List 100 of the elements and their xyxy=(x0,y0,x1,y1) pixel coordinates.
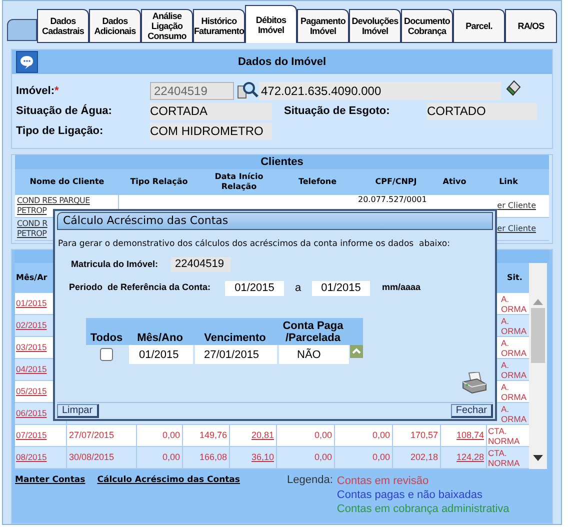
status-text: ORMA xyxy=(501,326,526,336)
amount-link[interactable]: 124,28 xyxy=(456,450,484,464)
column-header: Sit. xyxy=(506,272,524,284)
field-label: Matricula do Imóvel: xyxy=(71,258,160,270)
footer-link[interactable]: Manter Contas xyxy=(15,474,86,487)
dialog-title: Cálculo Acréscimo das Contas xyxy=(63,212,228,229)
month-link[interactable]: 01/2015 xyxy=(16,297,47,310)
table-cell-text: 0,00 xyxy=(372,450,390,464)
section-title: Dados do Imóvel xyxy=(238,54,326,70)
client-name-link[interactable]: PETROP xyxy=(17,229,47,238)
tab[interactable]: Dados Adicionais xyxy=(89,9,141,43)
status-text: ORMA xyxy=(501,392,526,402)
scroll-down-icon[interactable] xyxy=(533,455,543,461)
client-name-link[interactable]: PETROP xyxy=(17,206,47,215)
column-header: Data Início Relação xyxy=(214,171,264,193)
value-field: CORTADA xyxy=(150,102,272,120)
month-link[interactable]: 02/2015 xyxy=(16,319,47,332)
client-name-link[interactable]: COND RES PARQUE xyxy=(17,196,90,205)
column-header: Vencimento xyxy=(203,332,267,346)
table-cell-text: 30/08/2015 xyxy=(69,450,114,464)
eraser-icon[interactable] xyxy=(505,80,521,96)
tab[interactable]: Dados Cadastrais xyxy=(37,9,89,43)
column-header: Todos xyxy=(89,332,124,346)
column-header: CPF/CNPJ xyxy=(374,176,418,188)
column-header: Nome do Cliente xyxy=(28,176,106,188)
column-header: Link xyxy=(498,176,519,188)
folder-tab-drawing xyxy=(7,19,37,41)
table-cell-text: 149,76 xyxy=(199,428,227,442)
status-text: ORMA xyxy=(501,348,526,358)
tab[interactable]: Análise Ligação Consumo xyxy=(141,9,193,43)
value-field: CORTADO xyxy=(427,102,537,120)
column-header: Mês/Ano xyxy=(136,332,184,346)
status-text: ORMA xyxy=(501,304,526,314)
status-text: NORMA xyxy=(488,458,520,468)
tab[interactable]: Pagamento Imóvel xyxy=(297,9,349,43)
status-text: A. xyxy=(501,338,510,348)
view-client-link[interactable]: er Cliente xyxy=(497,200,536,212)
range-separator: a xyxy=(294,280,302,296)
row-checkbox[interactable] xyxy=(100,348,113,362)
column-header: Ativo xyxy=(442,176,468,188)
client-name-link[interactable]: COND R xyxy=(17,219,48,228)
intro-text: Para gerar o demonstrativo dos cálculos dos acréscimos da conta informe os dados abaixo: xyxy=(58,238,451,251)
status-text: A. xyxy=(501,294,510,304)
footer-link[interactable]: Cálculo Acréscimo das Contas xyxy=(97,474,240,487)
month-link[interactable]: 05/2015 xyxy=(16,385,47,398)
status-text: A. xyxy=(501,404,510,414)
field-label: Situação de Esgoto: xyxy=(284,104,391,119)
legend-item: Contas pagas e não baixadas xyxy=(336,488,484,502)
month-link[interactable]: 08/2015 xyxy=(16,451,47,464)
table-cell-text: 0,00 xyxy=(314,428,332,442)
dialog-button[interactable]: Limpar xyxy=(57,404,99,418)
month-link[interactable]: 03/2015 xyxy=(16,341,47,354)
table-cell-text: 27/07/2015 xyxy=(69,428,114,442)
scroll-up-icon[interactable] xyxy=(350,345,363,358)
status-text: A. xyxy=(501,360,510,370)
month-link[interactable]: 06/2015 xyxy=(16,407,47,420)
month-link[interactable]: 04/2015 xyxy=(16,363,47,376)
period-start-field[interactable]: 01/2015 xyxy=(225,280,284,296)
status-text: ORMA xyxy=(501,414,526,424)
legend-item: Contas em cobrança administrativa xyxy=(336,502,510,516)
table-cell: NÃO xyxy=(279,345,349,364)
table-cell-text: 0,00 xyxy=(162,428,180,442)
table-cell-text: 0,00 xyxy=(314,450,332,464)
table-cell-text: 170,57 xyxy=(410,428,438,442)
printer-icon[interactable] xyxy=(461,372,487,394)
status-text: NORMA xyxy=(488,436,520,446)
amount-link[interactable]: 20,81 xyxy=(251,428,274,442)
table-cell-text: 20.077.527/0001 xyxy=(358,195,428,204)
table-cell: 01/2015 xyxy=(129,345,193,364)
value-field: 22404519 xyxy=(171,256,231,272)
status-text: CTA. xyxy=(488,426,507,436)
search-icon[interactable] xyxy=(237,81,259,101)
scroll-thumb[interactable] xyxy=(531,308,545,363)
column-header: Telefone xyxy=(297,176,338,188)
amount-link[interactable]: 108,74 xyxy=(456,428,484,442)
column-header: Mês/Ar xyxy=(15,272,48,284)
status-text: A. xyxy=(501,382,510,392)
legend-label: Legenda: xyxy=(287,474,333,488)
property-id-field[interactable]: 22404519 xyxy=(150,82,234,100)
table-cell: 27/01/2015 xyxy=(195,345,277,364)
tab[interactable]: Débitos Imóvel xyxy=(245,5,297,43)
status-text: CTA. xyxy=(488,448,507,458)
table-cell-text: 0,00 xyxy=(372,428,390,442)
month-link[interactable]: 07/2015 xyxy=(16,429,47,442)
tab[interactable]: Documento Cobrança xyxy=(401,9,453,43)
dialog-button[interactable]: Fechar xyxy=(450,404,493,418)
tab[interactable]: RA/OS xyxy=(505,9,557,43)
value-field: COM HIDROMETRO xyxy=(150,122,272,140)
chat-icon[interactable] xyxy=(16,51,38,73)
table-cell-text: 0,00 xyxy=(162,450,180,464)
format-hint: mm/aaaa xyxy=(382,281,421,294)
field-label: Imóvel:* xyxy=(16,84,60,99)
status-text: A. xyxy=(501,316,510,326)
view-client-link[interactable]: er Cliente xyxy=(497,223,536,235)
field-label: Tipo de Ligação: xyxy=(16,124,104,139)
tab[interactable]: Parcel. xyxy=(453,9,505,43)
amount-link[interactable]: 36,10 xyxy=(251,450,274,464)
scrollbar[interactable] xyxy=(529,263,547,469)
period-end-field[interactable]: 01/2015 xyxy=(312,280,370,296)
tab[interactable]: Devoluções Imóvel xyxy=(349,9,401,43)
